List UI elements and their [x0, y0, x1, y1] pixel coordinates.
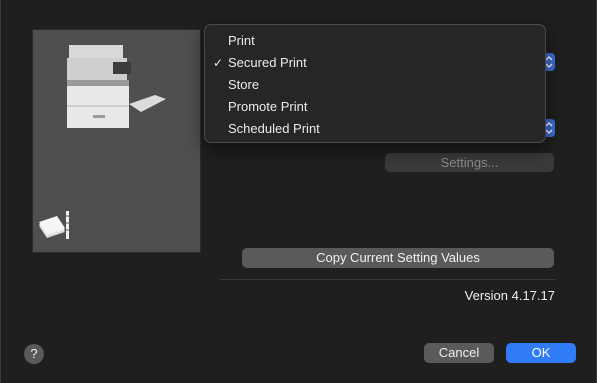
menu-item-scheduled-print[interactable]: Scheduled Print: [205, 118, 545, 140]
menu-item-label: Store: [228, 77, 260, 92]
copy-current-setting-values-button[interactable]: Copy Current Setting Values: [242, 248, 554, 268]
help-button[interactable]: ?: [24, 344, 44, 364]
divider: [220, 279, 555, 280]
menu-item-store[interactable]: Store: [205, 74, 545, 96]
printer-preview-panel: [32, 29, 201, 253]
menu-item-promote-print[interactable]: Promote Print: [205, 96, 545, 118]
settings-button[interactable]: Settings...: [385, 153, 554, 172]
ok-button[interactable]: OK: [506, 343, 576, 363]
menu-item-label: Print: [228, 33, 255, 48]
job-type-menu: Print ✓ Secured Print Store Promote Prin…: [204, 24, 546, 143]
checkmark-icon: ✓: [213, 56, 224, 70]
menu-item-label: Secured Print: [228, 55, 307, 70]
version-label: Version 4.17.17: [464, 288, 555, 303]
menu-item-secured-print[interactable]: ✓ Secured Print: [205, 52, 545, 74]
print-options-dialog: Settings... Copy Current Setting Values …: [0, 0, 597, 383]
menu-item-label: Promote Print: [228, 99, 308, 114]
printer-icon: [67, 45, 166, 128]
paper-stack-icon: [39, 211, 70, 239]
menu-item-label: Scheduled Print: [228, 121, 320, 136]
menu-item-print[interactable]: Print: [205, 30, 545, 52]
cancel-button[interactable]: Cancel: [424, 343, 494, 363]
